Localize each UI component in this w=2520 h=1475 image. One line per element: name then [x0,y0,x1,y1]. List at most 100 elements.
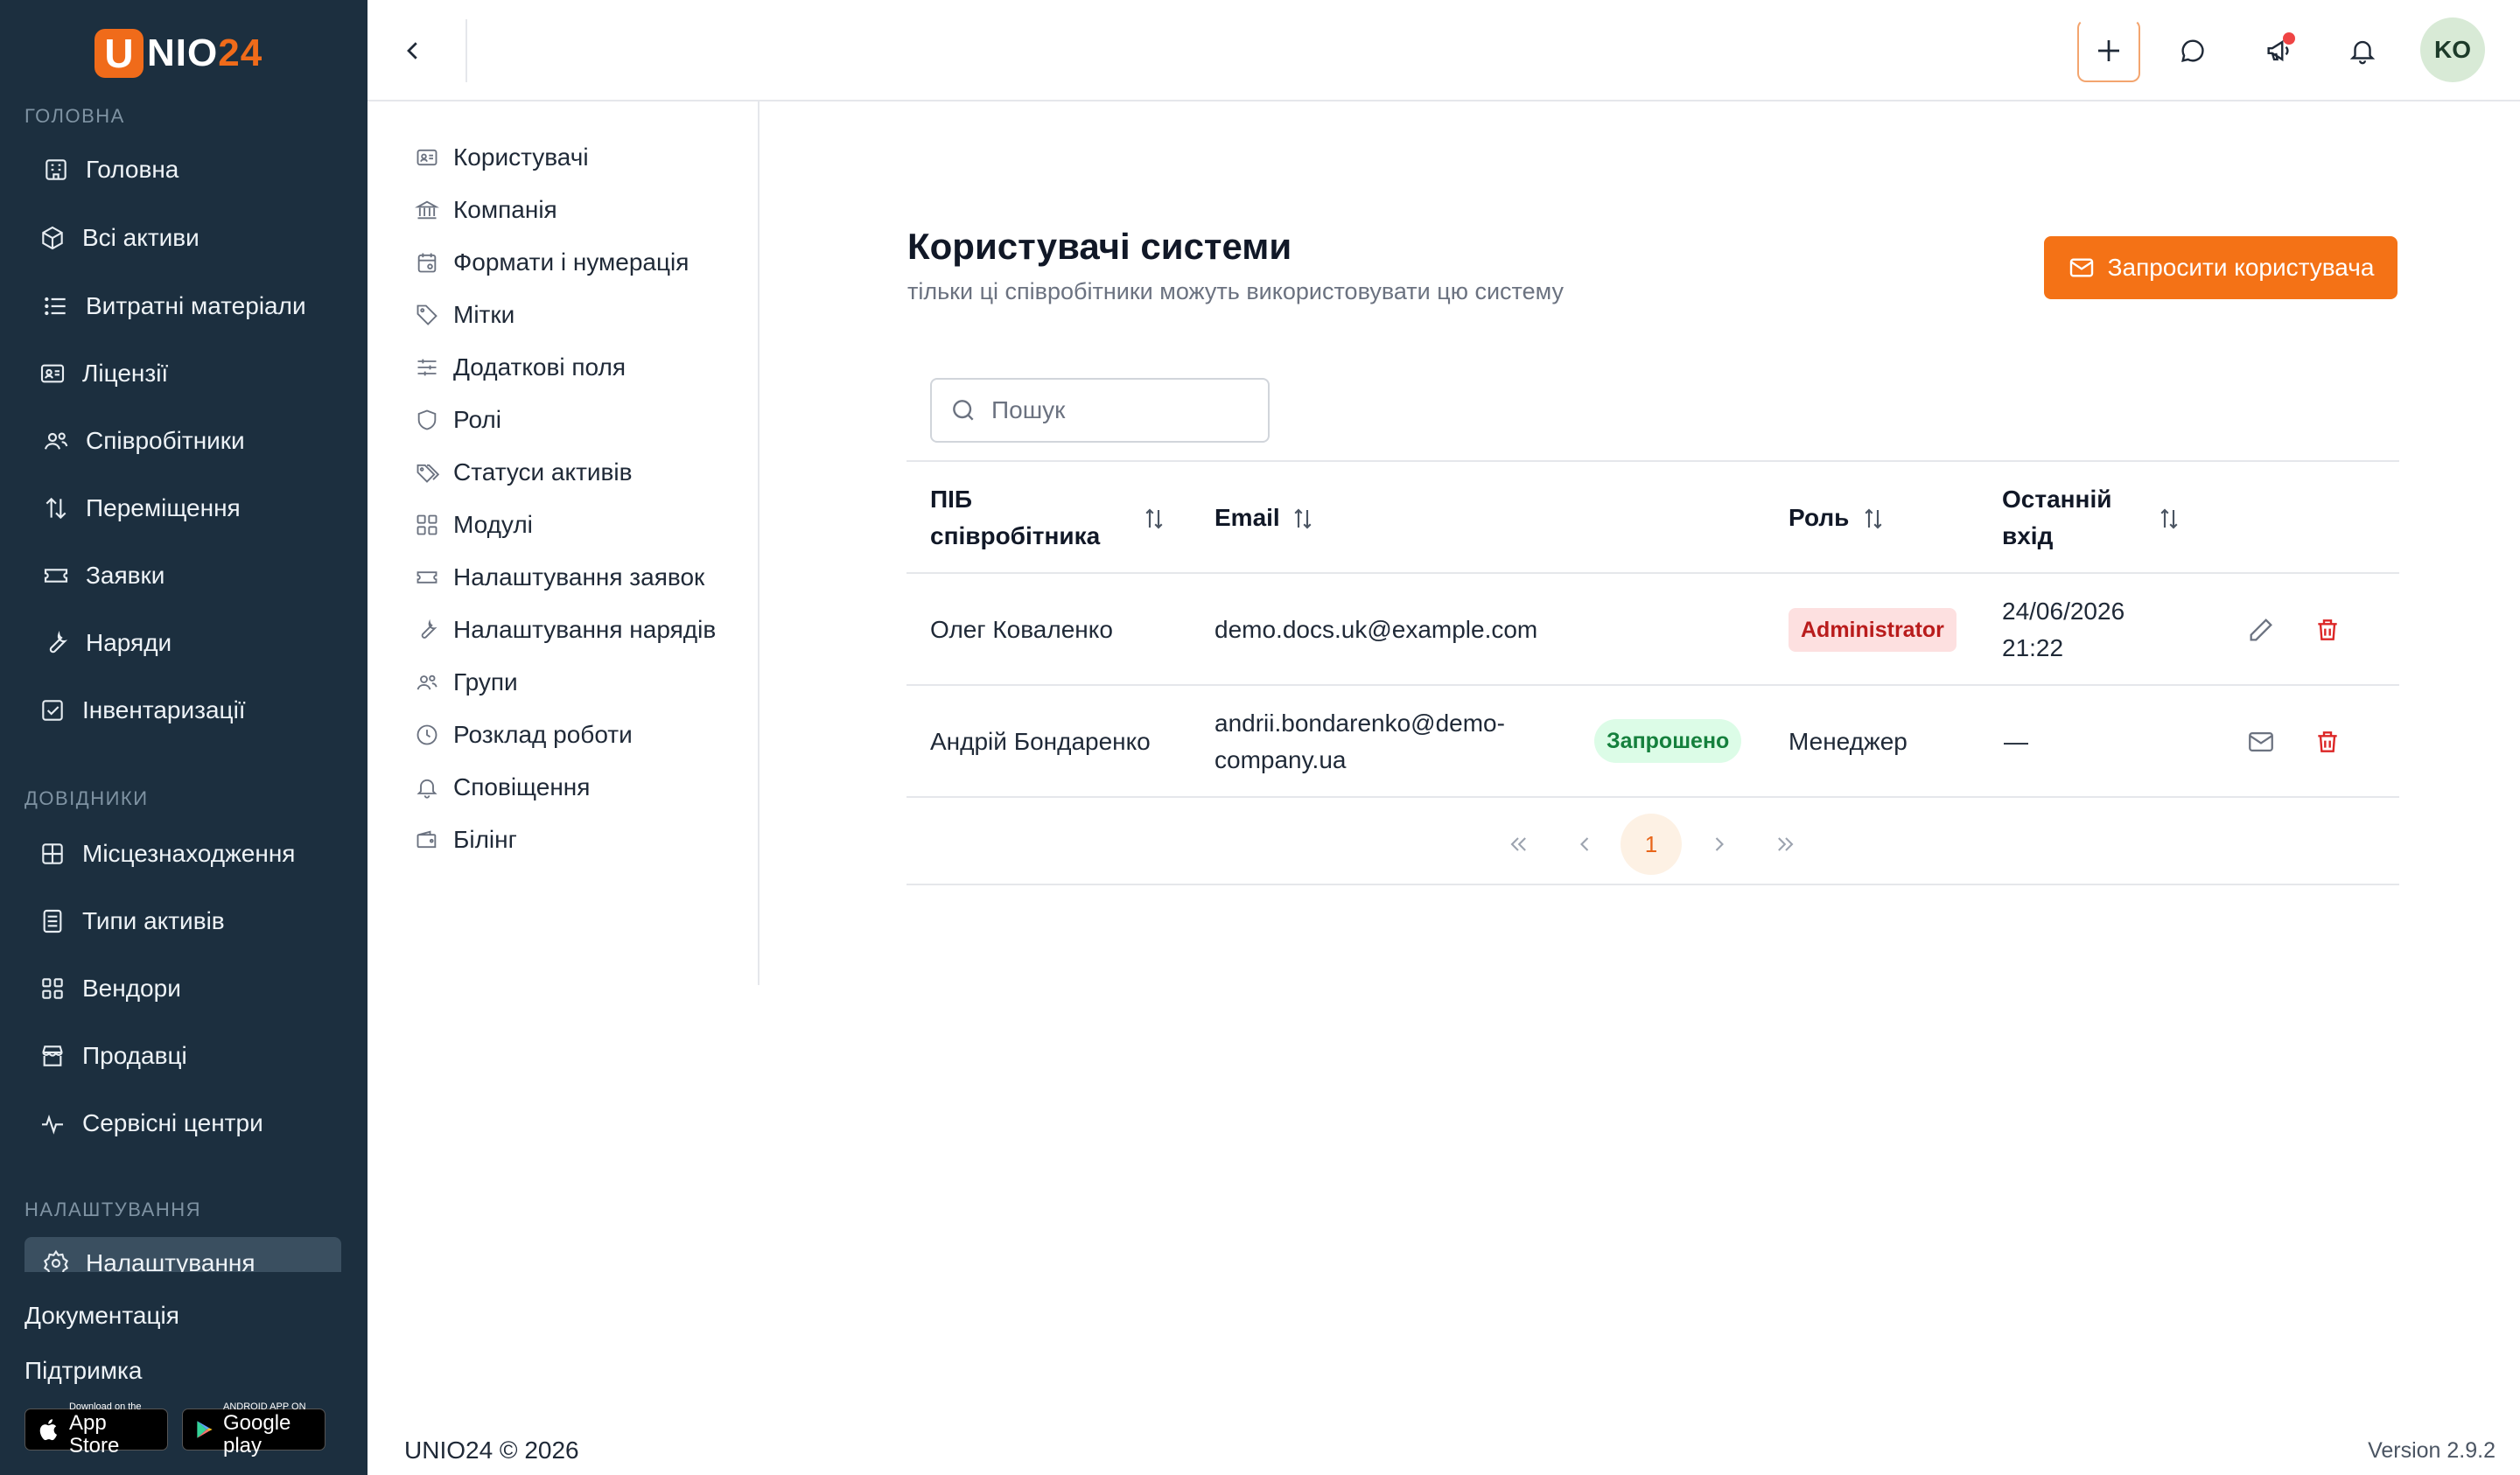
support-link[interactable]: Підтримка [24,1357,142,1385]
settings-menu-item-formats[interactable]: Формати і нумерація [415,245,689,280]
column-header-last-login[interactable]: Останній вхід [2002,481,2111,555]
section-label-refs: ДОВІДНИКИ [24,787,149,809]
sidebar-item-inventory[interactable]: Інвентаризації [24,684,341,737]
settings-menu-label: Групи [453,668,518,696]
add-button[interactable] [2077,19,2140,82]
settings-menu-item-custom-fields[interactable]: Додаткові поля [415,350,626,385]
building-icon [46,159,66,180]
settings-menu-label: Сповіщення [453,773,591,800]
calendar-icon [417,253,437,273]
page-button-current[interactable]: 1 [1620,814,1682,875]
search-field[interactable] [930,378,1270,443]
chevron-left-icon [407,42,417,59]
invite-user-button[interactable]: Запросити користувача [2044,236,2398,299]
sliders-icon [417,359,437,376]
settings-menu-label: Користувачі [453,143,589,171]
sort-icon[interactable] [1141,506,1167,532]
column-header-email[interactable]: Email [1214,500,1280,536]
settings-menu-item-tags[interactable]: Мітки [415,297,514,332]
copyright: UNIO24 © 2026 [404,1437,579,1464]
sidebar-item-transfers[interactable]: Переміщення [24,482,341,535]
sidebar-item-label: Всі активи [82,224,200,251]
grid-icon [42,843,63,864]
column-header-role[interactable]: Роль [1788,500,1849,536]
arrows-up-down-icon [46,497,66,520]
google-play-badge[interactable]: ANDROID APP ON Google play [182,1402,326,1458]
notification-dot [2283,32,2295,45]
shield-icon [417,409,437,430]
role-badge: Administrator [1788,608,1956,652]
settings-menu-item-users[interactable]: Користувачі [415,140,589,175]
chevron-right-icon [1715,837,1724,851]
sidebar-item-home[interactable]: Головна [24,143,341,196]
settings-menu-item-workorder-settings[interactable]: Налаштування нарядів [415,612,716,647]
prev-page-button[interactable] [1554,814,1615,875]
sidebar-item-requests[interactable]: Заявки [24,549,341,602]
bell-icon [2349,40,2376,65]
logo[interactable]: U NIO24 [94,26,262,80]
resend-invite-button[interactable] [2244,724,2278,759]
settings-menu-item-modules[interactable]: Модулі [415,507,533,542]
settings-menu-label: Формати і нумерація [453,248,690,276]
sidebar-item-consumables[interactable]: Витратні матеріали [24,280,341,332]
settings-menu-item-request-settings[interactable]: Налаштування заявок [415,560,704,595]
store-icon [42,1045,63,1066]
pencil-icon [2250,619,2272,641]
settings-menu-item-roles[interactable]: Ролі [415,402,501,437]
delete-button[interactable] [2310,612,2345,647]
page-title: Користувачі системи [907,226,1292,267]
checkbox-icon [42,700,63,721]
sidebar-item-employees[interactable]: Співробітники [24,415,341,467]
next-page-button[interactable] [1689,814,1750,875]
column-header-name[interactable]: ПІБ співробітника [930,481,1100,555]
sidebar-item-label: Вендори [82,975,181,1002]
chat-icon [2181,39,2204,62]
sidebar-item-service-centers[interactable]: Сервісні центри [24,1097,341,1150]
sort-icon[interactable] [1860,506,1886,532]
divider [466,19,467,82]
settings-menu-item-notifications[interactable]: Сповіщення [415,770,590,805]
sidebar-item-locations[interactable]: Місцезнаходження [24,828,341,880]
chat-button[interactable] [2168,26,2217,75]
sidebar-item-assets[interactable]: Всі активи [24,212,341,264]
search-icon [953,400,974,421]
google-play-icon [197,1421,213,1438]
edit-button[interactable] [2244,612,2278,647]
settings-menu-item-schedule[interactable]: Розклад роботи [415,717,633,752]
search-input[interactable] [991,396,1254,424]
section-label-settings: НАЛАШТУВАННЯ [24,1199,202,1220]
sidebar-item-licenses[interactable]: Ліцензії [24,347,341,400]
notifications-button[interactable] [2338,26,2387,75]
last-page-button[interactable] [1755,814,1816,875]
sidebar-item-settings[interactable]: Налаштування [24,1237,341,1272]
app-store-badge[interactable]: Download on the App Store [24,1402,168,1458]
first-page-button[interactable] [1488,814,1549,875]
delete-button[interactable] [2310,724,2345,759]
back-button[interactable] [388,26,438,75]
sidebar-item-label: Витратні матеріали [86,292,306,319]
version-label: Version 2.9.2 [2368,1438,2496,1463]
settings-menu-item-groups[interactable]: Групи [415,665,518,700]
sort-icon[interactable] [2156,506,2182,532]
sort-icon[interactable] [1290,506,1316,532]
sidebar-item-workorders[interactable]: Наряди [24,617,341,669]
google-play-text: ANDROID APP ON Google play [222,1402,306,1458]
wallet-icon [416,830,437,849]
trash-icon [2318,619,2337,640]
sidebar-item-vendors[interactable]: Вендори [24,962,341,1015]
sidebar-item-label: Інвентаризації [82,696,246,724]
modules-icon [416,514,438,535]
settings-menu-label: Білінг [453,826,517,853]
tags-icon [416,464,439,483]
settings-menu-item-asset-statuses[interactable]: Статуси активів [415,455,633,490]
settings-menu-item-billing[interactable]: Білінг [415,822,517,857]
settings-menu-item-company[interactable]: Компанія [415,192,557,227]
documentation-link[interactable]: Документація [24,1302,179,1330]
row-divider [906,796,2399,798]
announcements-button[interactable] [2254,26,2303,75]
sidebar-item-sellers[interactable]: Продавці [24,1030,341,1082]
sidebar-item-asset-types[interactable]: Типи активів [24,895,341,947]
avatar[interactable]: KO [2420,17,2485,82]
settings-menu-label: Модулі [453,511,533,538]
topbar: KO [368,0,2520,101]
